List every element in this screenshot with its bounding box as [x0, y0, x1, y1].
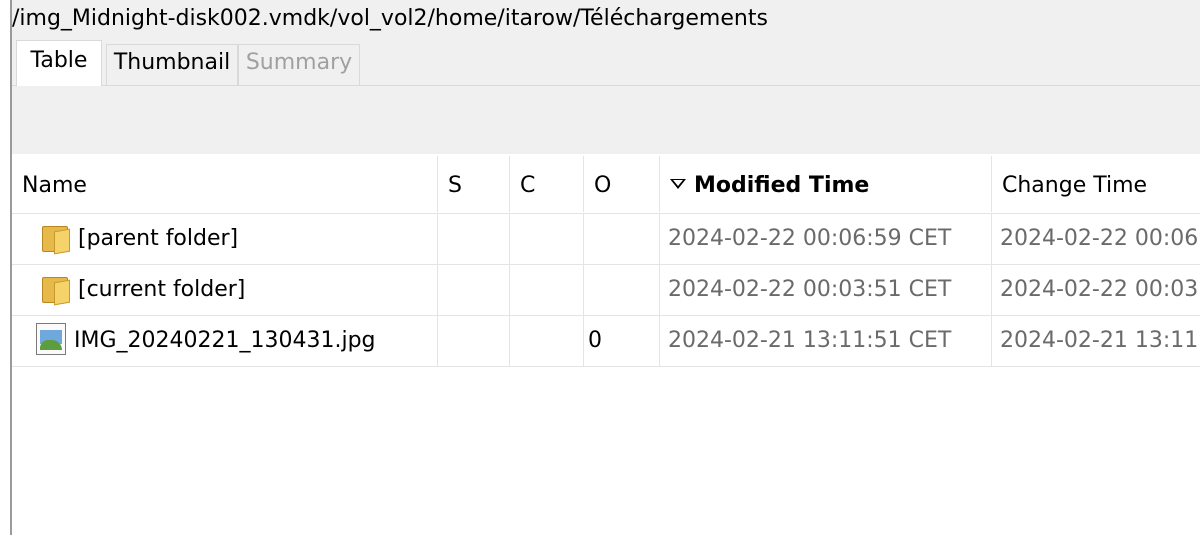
table-row[interactable]: [parent folder] 2024-02-22 00:06:59 CET …: [12, 214, 1200, 265]
file-name: [parent folder]: [78, 226, 239, 251]
name-cell: [current folder]: [12, 265, 438, 315]
modified-time-cell: 2024-02-22 00:03:51 CET: [660, 265, 992, 315]
tab-summary[interactable]: Summary: [238, 44, 360, 86]
results-viewer: /img_Midnight-disk002.vmdk/vol_vol2/home…: [12, 0, 1200, 535]
current-path: /img_Midnight-disk002.vmdk/vol_vol2/home…: [12, 6, 768, 31]
column-header-change-time[interactable]: Change Time: [992, 156, 1200, 212]
table-row[interactable]: IMG_20240221_130431.jpg 0 2024-02-21 13:…: [12, 316, 1200, 367]
image-file-icon: [36, 323, 66, 355]
s-cell: [438, 316, 510, 366]
s-cell: [438, 265, 510, 315]
modified-time-cell: 2024-02-21 13:11:51 CET: [660, 316, 992, 366]
file-name: [current folder]: [78, 277, 246, 302]
column-header-modified-time[interactable]: Modified Time: [660, 156, 992, 212]
left-panel-edge: [0, 0, 12, 535]
name-cell: IMG_20240221_130431.jpg: [12, 316, 438, 366]
sort-descending-icon: [670, 179, 686, 189]
o-cell: 0: [584, 316, 660, 366]
column-header-s[interactable]: S: [438, 156, 510, 212]
modified-time-cell: 2024-02-22 00:06:59 CET: [660, 214, 992, 264]
s-cell: [438, 214, 510, 264]
file-name: IMG_20240221_130431.jpg: [74, 328, 376, 353]
c-cell: [510, 265, 584, 315]
toolbar-area: [12, 86, 1200, 154]
change-time-cell: 2024-02-22 00:03: [1000, 277, 1199, 302]
name-cell: [parent folder]: [12, 214, 438, 264]
column-header-c[interactable]: C: [510, 156, 584, 212]
tab-table[interactable]: Table: [16, 40, 102, 87]
table-row[interactable]: [current folder] 2024-02-22 00:03:51 CET…: [12, 265, 1200, 316]
c-cell: [510, 214, 584, 264]
view-tabs: Table Thumbnail Summary: [12, 38, 1200, 87]
path-bar: /img_Midnight-disk002.vmdk/vol_vol2/home…: [12, 0, 1200, 38]
column-header-name[interactable]: Name: [12, 156, 438, 212]
change-time-cell: 2024-02-22 00:06: [1000, 226, 1199, 251]
o-cell: [584, 265, 660, 315]
o-cell: [584, 214, 660, 264]
tab-thumbnail[interactable]: Thumbnail: [106, 44, 238, 86]
c-cell: [510, 316, 584, 366]
folder-icon: [40, 222, 70, 255]
column-header-o[interactable]: O: [584, 156, 660, 212]
column-header-modified-label: Modified Time: [694, 173, 870, 198]
table-header: Name S C O Modified Time Change Time: [12, 156, 1200, 214]
folder-icon: [40, 273, 70, 306]
change-time-cell: 2024-02-21 13:11: [1000, 328, 1199, 353]
